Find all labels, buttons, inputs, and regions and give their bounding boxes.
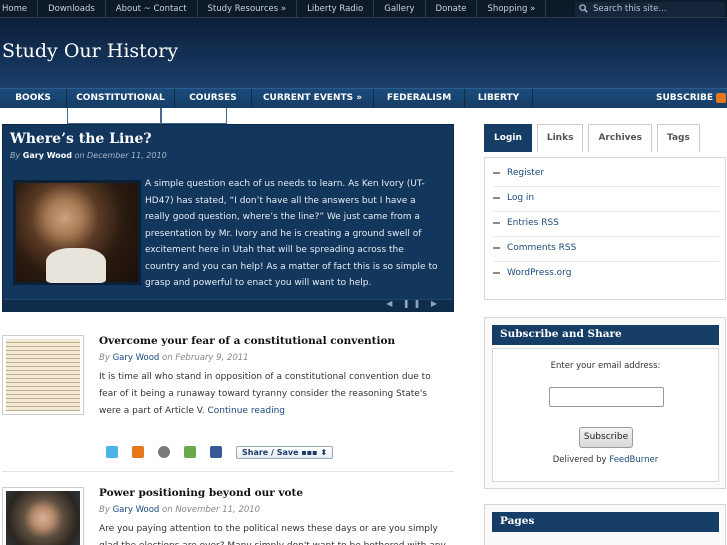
pages-widget: Pages: [484, 504, 726, 545]
topnav-study-resources[interactable]: Study Resources »: [198, 0, 298, 18]
tab-login[interactable]: Login: [484, 124, 532, 152]
post-excerpt: Are you paying attention to the politica…: [99, 524, 446, 545]
topnav-about-contact[interactable]: About ~ Contact: [106, 0, 198, 18]
wordpress-icon[interactable]: [158, 446, 170, 458]
nav-constitutional[interactable]: CONSTITUTIONAL: [67, 89, 175, 108]
login-link[interactable]: Log in: [493, 193, 534, 203]
feedburner-link[interactable]: FeedBurner: [609, 455, 658, 465]
post-date: February 9, 2011: [175, 353, 249, 363]
nav-federalism[interactable]: FEDERALISM: [374, 89, 465, 108]
post-thumbnail[interactable]: [2, 335, 84, 415]
search-placeholder: Search this site...: [593, 4, 667, 14]
meta-on: on: [162, 353, 173, 363]
post-title[interactable]: Overcome your fear of a constitutional c…: [99, 335, 395, 347]
tab-archives[interactable]: Archives: [588, 124, 652, 152]
subscribe-form: Enter your email address: Subscribe Deli…: [492, 348, 719, 482]
post-item: Overcome your fear of a constitutional c…: [2, 335, 454, 465]
main-nav: BOOKS CONSTITUTIONAL COURSES CURRENT EVE…: [0, 88, 727, 108]
featured-date: December 11, 2010: [87, 151, 167, 160]
email-icon[interactable]: [184, 446, 196, 458]
post-divider: [2, 471, 454, 472]
register-link[interactable]: Register: [493, 168, 544, 178]
top-nav: Home Downloads About ~ Contact Study Res…: [0, 0, 547, 18]
share-save-label: Share / Save: [242, 447, 299, 457]
panel-divider: [493, 211, 719, 212]
sidebar-tabs: Login Links Archives Tags: [484, 124, 705, 152]
search-icon: [579, 4, 588, 13]
subscribe-widget: Subscribe and Share Enter your email add…: [484, 317, 726, 489]
widget-title: Subscribe and Share: [492, 325, 719, 345]
featured-excerpt: A simple question each of us needs to le…: [145, 179, 438, 288]
nav-liberty[interactable]: LIBERTY: [465, 89, 533, 108]
panel-divider: [493, 186, 719, 187]
post-item: Power positioning beyond our vote By Gar…: [2, 487, 454, 545]
comments-rss-link[interactable]: Comments RSS: [493, 243, 576, 253]
facebook-icon[interactable]: [210, 446, 222, 458]
post-excerpt: It is time all who stand in opposition o…: [99, 369, 451, 420]
twitter-icon[interactable]: [106, 446, 118, 458]
delivered-by-text: Delivered by: [552, 455, 607, 465]
subscribe-button[interactable]: Subscribe: [579, 427, 633, 448]
delivered-by: Delivered by FeedBurner: [493, 455, 718, 465]
post-meta: By Gary Wood on February 9, 2011: [99, 353, 249, 363]
meta-on: on: [162, 505, 173, 515]
post-author[interactable]: Gary Wood: [113, 505, 160, 515]
panel-divider: [493, 236, 719, 237]
featured-portrait-image[interactable]: [13, 180, 141, 285]
tab-links[interactable]: Links: [536, 124, 584, 152]
topnav-donate[interactable]: Donate: [426, 0, 478, 18]
featured-meta: By Gary Wood on December 11, 2010: [10, 151, 167, 160]
post-meta: By Gary Wood on November 11, 2010: [99, 505, 260, 515]
subnav-item[interactable]: [67, 108, 161, 124]
nav-books[interactable]: BOOKS: [0, 89, 67, 108]
post-date: November 11, 2010: [175, 505, 261, 515]
featured-title[interactable]: Where’s the Line?: [10, 131, 152, 147]
topnav-shopping[interactable]: Shopping »: [477, 0, 547, 18]
meta-by: By: [99, 353, 110, 363]
subnav-item[interactable]: [161, 108, 227, 124]
post-title[interactable]: Power positioning beyond our vote: [99, 487, 303, 499]
meta-on: on: [74, 151, 85, 160]
top-bar: Home Downloads About ~ Contact Study Res…: [0, 0, 727, 18]
nav-current-events[interactable]: CURRENT EVENTS »: [252, 89, 374, 108]
post-author[interactable]: Gary Wood: [113, 353, 160, 363]
post-thumbnail[interactable]: [2, 487, 84, 545]
topnav-gallery[interactable]: Gallery: [374, 0, 426, 18]
meta-by: By: [10, 151, 21, 160]
email-label: Enter your email address:: [550, 361, 661, 371]
rss-icon[interactable]: [716, 93, 726, 103]
site-header: Study Our History: [0, 18, 727, 88]
slider-control-icons[interactable]: ◀ ❚❚ ▶: [386, 299, 441, 308]
featured-author[interactable]: Gary Wood: [23, 151, 72, 160]
nav-courses[interactable]: COURSES: [175, 89, 252, 108]
site-title[interactable]: Study Our History: [2, 40, 178, 62]
entries-rss-link[interactable]: Entries RSS: [493, 218, 559, 228]
panel-divider: [493, 261, 719, 262]
share-row: Share / Save ▪▪▪ ⬍: [106, 445, 334, 459]
widget-title: Pages: [492, 512, 719, 532]
slider-controls: ◀ ❚❚ ▶: [3, 299, 453, 311]
topnav-liberty-radio[interactable]: Liberty Radio: [297, 0, 375, 18]
tab-tags[interactable]: Tags: [657, 124, 700, 152]
email-field[interactable]: [549, 387, 664, 407]
topnav-home[interactable]: Home: [0, 0, 39, 18]
subscribe-link[interactable]: SUBSCRIBE: [656, 93, 713, 103]
login-tab-panel: Register Log in Entries RSS Comments RSS…: [484, 157, 726, 300]
featured-slider: Where’s the Line? By Gary Wood on Decemb…: [2, 124, 454, 312]
wordpress-org-link[interactable]: WordPress.org: [493, 268, 571, 278]
rss-icon[interactable]: [132, 446, 144, 458]
topnav-downloads[interactable]: Downloads: [38, 0, 106, 18]
meta-by: By: [99, 505, 110, 515]
share-save-button[interactable]: Share / Save ▪▪▪ ⬍: [236, 445, 334, 459]
continue-reading-link[interactable]: Continue reading: [207, 406, 285, 416]
search-input[interactable]: Search this site...: [575, 2, 725, 17]
